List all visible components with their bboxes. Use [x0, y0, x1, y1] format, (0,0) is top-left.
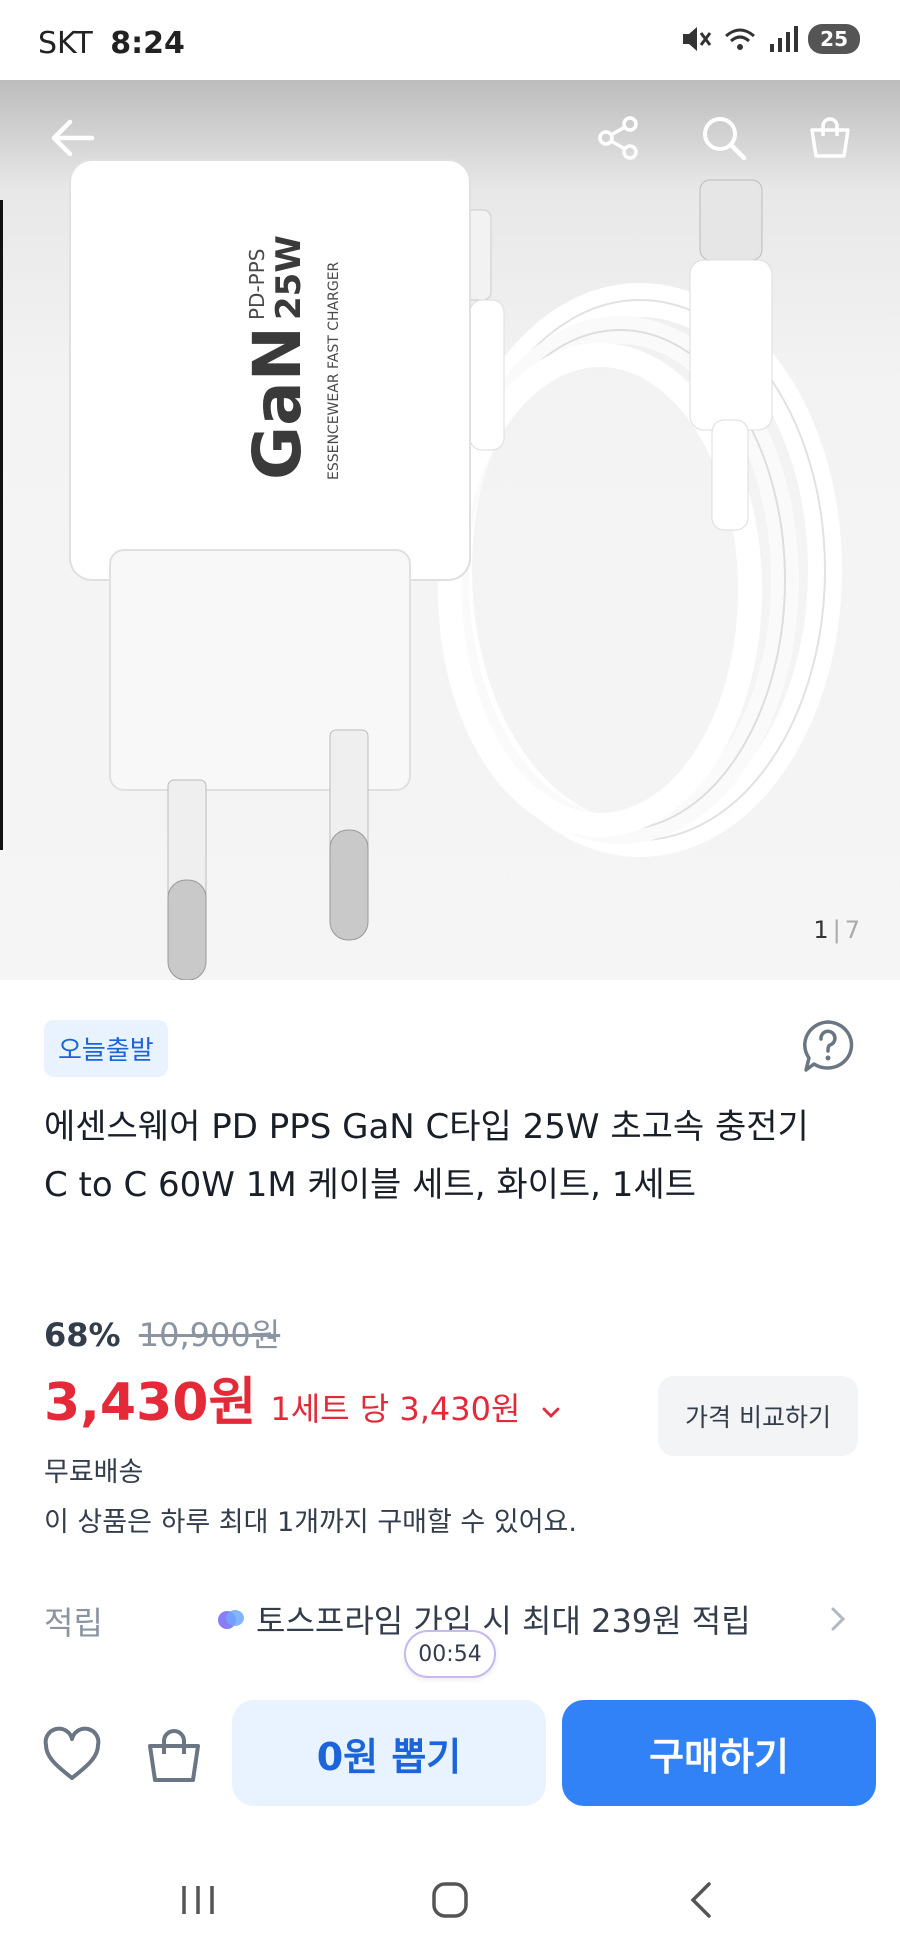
draw-timer: 00:54: [404, 1630, 496, 1678]
unit-price-label: 1세트 당 3,430원: [270, 1390, 521, 1428]
status-icons: 25: [680, 24, 860, 54]
svg-text:ESSENCEWEAR FAST CHARGER: ESSENCEWEAR FAST CHARGER: [326, 261, 342, 480]
wishlist-button[interactable]: [40, 1724, 104, 1788]
reward-text: 토스프라임 가입 시 최대 239원 적립: [256, 1602, 751, 1640]
bottom-action-bar: 0원 뽑기 구매하기: [0, 1690, 900, 1820]
page-current: 1: [813, 916, 829, 944]
back-button[interactable]: [40, 106, 104, 170]
chevron-down-icon: [542, 1407, 559, 1418]
toss-prime-icon: [218, 1610, 244, 1629]
recent-apps-button[interactable]: [168, 1872, 228, 1928]
recent-apps-icon: [182, 1886, 214, 1914]
zero-won-draw-button[interactable]: 0원 뽑기: [232, 1700, 546, 1806]
signal-icon: [770, 26, 799, 52]
discount-rate: 68%: [44, 1316, 121, 1354]
question-bubble-icon: [803, 1020, 854, 1072]
image-page-indicator: 1 | 7: [813, 916, 860, 944]
svg-text:25W: 25W: [269, 235, 309, 320]
discount-row: 68% 10,900원: [44, 1310, 280, 1356]
cart-icon: [810, 117, 850, 158]
home-icon: [432, 1882, 468, 1918]
search-icon: [703, 117, 747, 161]
buy-button[interactable]: 구매하기: [562, 1700, 876, 1806]
carrier-label: SKT: [38, 26, 93, 61]
system-back-button[interactable]: [672, 1872, 732, 1928]
chevron-right-icon: [831, 1607, 846, 1631]
search-button[interactable]: [692, 106, 756, 170]
sale-price: 3,430원: [44, 1373, 257, 1433]
purchase-limit: 이 상품은 하루 최대 1개까지 구매할 수 있어요.: [44, 1507, 577, 1538]
price-row: 3,430원 1세트 당 3,430원: [44, 1360, 561, 1435]
svg-text:PD-PPS: PD-PPS: [245, 249, 269, 321]
product-image: GaN PD-PPS 25W ESSENCEWEAR FAST CHARGER: [69, 159, 842, 980]
shopping-bag-icon: [148, 1729, 200, 1782]
shipping-info: 무료배송: [44, 1457, 144, 1488]
share-button[interactable]: [586, 106, 650, 170]
add-to-cart-button[interactable]: [142, 1724, 206, 1788]
system-nav-bar: [0, 1850, 900, 1950]
help-button[interactable]: [800, 1018, 856, 1074]
battery-icon: 25: [808, 24, 860, 54]
image-toolbar: [0, 80, 900, 200]
price-compare-button[interactable]: 가격 비교하기: [658, 1376, 858, 1456]
status-left: SKT 8:24: [38, 26, 185, 61]
original-price: 10,900원: [138, 1316, 281, 1354]
unit-price-toggle[interactable]: 1세트 당 3,430원: [270, 1384, 560, 1430]
same-day-badge: 오늘출발: [44, 1020, 168, 1077]
cart-button[interactable]: [798, 106, 862, 170]
status-bar: SKT 8:24 25: [0, 0, 900, 80]
wifi-icon: [725, 28, 756, 50]
product-image-gallery[interactable]: GaN PD-PPS 25W ESSENCEWEAR FAST CHARGER: [0, 80, 900, 980]
page-separator: |: [832, 916, 841, 944]
product-title: 에센스웨어 PD PPS GaN C타입 25W 초고속 충전기 C to C …: [44, 1107, 809, 1205]
back-chevron-icon: [690, 1882, 711, 1918]
heart-icon: [43, 1726, 101, 1780]
image-edge: [0, 200, 3, 850]
reward-label: 적립: [44, 1604, 103, 1642]
page-total: 7: [844, 916, 860, 944]
back-arrow-icon: [51, 119, 95, 157]
home-button[interactable]: [420, 1872, 480, 1928]
svg-text:GaN: GaN: [239, 326, 316, 480]
mute-icon: [683, 27, 712, 51]
share-icon: [598, 116, 638, 160]
clock: 8:24: [110, 26, 185, 61]
